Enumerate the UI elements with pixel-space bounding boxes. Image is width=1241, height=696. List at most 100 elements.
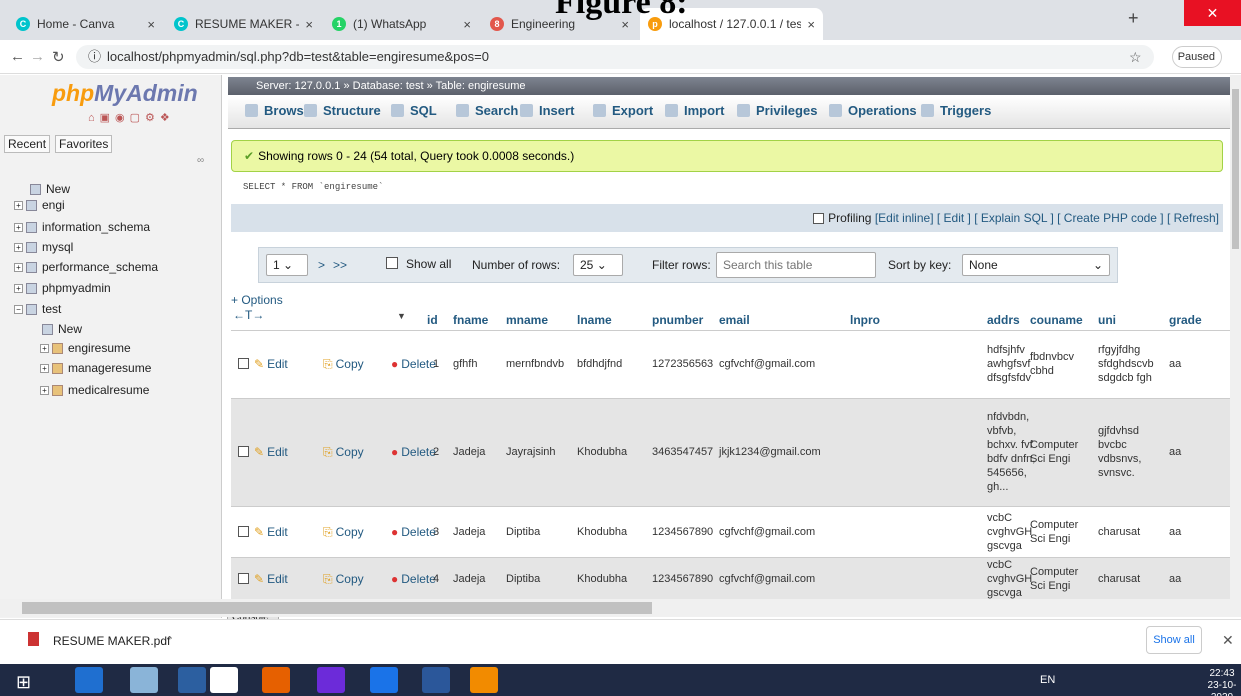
forward-icon[interactable]: → bbox=[30, 48, 45, 65]
tree-item-1[interactable]: + engi bbox=[14, 196, 65, 214]
show-all-downloads-button[interactable]: Show all bbox=[1146, 626, 1202, 654]
tree-item-8[interactable]: + engiresume bbox=[40, 339, 131, 357]
row-checkbox[interactable] bbox=[238, 446, 249, 457]
tab-structure[interactable]: Structure bbox=[304, 103, 381, 118]
expand-icon[interactable]: + bbox=[14, 222, 23, 232]
sql-query[interactable]: SELECT * FROM `engiresume` bbox=[243, 182, 383, 192]
breadcrumb-database[interactable]: Database: test bbox=[353, 80, 424, 92]
expand-icon[interactable]: + bbox=[14, 242, 23, 252]
tree-item-10[interactable]: + medicalresume bbox=[40, 381, 149, 399]
phpmyadmin-logo[interactable]: phpMyAdmin bbox=[52, 80, 198, 107]
delete-row-button[interactable]: ● Delete bbox=[391, 572, 436, 586]
copy-row-button[interactable]: ⎘ Copy bbox=[323, 445, 364, 460]
bookmark-star-icon[interactable]: ☆ bbox=[1129, 49, 1142, 66]
browser-tab-2[interactable]: 1 (1) WhatsApp × bbox=[324, 8, 479, 40]
row-checkbox[interactable] bbox=[238, 358, 249, 369]
tab-export[interactable]: Export bbox=[593, 103, 653, 118]
query-links[interactable]: [Edit inline] [ Edit ] [ Explain SQL ] [… bbox=[875, 211, 1219, 225]
store-icon[interactable] bbox=[178, 667, 206, 693]
browser-tab-0[interactable]: C Home - Canva × bbox=[8, 8, 163, 40]
tree-item-4[interactable]: + performance_schema bbox=[14, 258, 158, 276]
reload-icon[interactable]: ↻ bbox=[52, 48, 65, 66]
row-checkbox[interactable] bbox=[238, 573, 249, 584]
edit-row-button[interactable]: ✎ Edit bbox=[254, 525, 288, 539]
edit-row-button[interactable]: ✎ Edit bbox=[254, 445, 288, 459]
column-header-pnumber[interactable]: pnumber bbox=[652, 313, 703, 327]
options-link[interactable]: + Options bbox=[231, 293, 283, 307]
tab-insert[interactable]: Insert bbox=[520, 103, 574, 118]
delete-row-button[interactable]: ● Delete bbox=[391, 357, 436, 371]
column-header-uni[interactable]: uni bbox=[1098, 313, 1116, 327]
column-header-id[interactable]: id bbox=[427, 313, 438, 327]
chevron-up-icon[interactable]: ⌃ bbox=[165, 634, 174, 647]
edit-row-button[interactable]: ✎ Edit bbox=[254, 572, 288, 586]
scroll-thumb[interactable] bbox=[22, 602, 652, 614]
firefox-icon[interactable] bbox=[262, 667, 290, 693]
file-explorer-icon[interactable] bbox=[130, 667, 158, 693]
copy-row-button[interactable]: ⎘ Copy bbox=[323, 357, 364, 372]
favorites-button[interactable]: Favorites bbox=[55, 135, 113, 153]
row-checkbox[interactable] bbox=[238, 525, 249, 537]
back-icon[interactable]: ← bbox=[10, 48, 25, 65]
nav-icons-row[interactable]: ⌂▣◉▢⚙❖ bbox=[88, 111, 175, 124]
expand-icon[interactable]: + bbox=[14, 283, 23, 293]
close-window-button[interactable]: ✕ bbox=[1184, 0, 1241, 26]
horizontal-scrollbar[interactable] bbox=[0, 599, 1241, 617]
language-indicator[interactable]: EN bbox=[1040, 674, 1055, 686]
close-download-bar-icon[interactable]: ✕ bbox=[1222, 632, 1234, 649]
sort-arrow-icon[interactable]: ▼ bbox=[397, 311, 406, 321]
new-tab-button[interactable]: + bbox=[1128, 8, 1139, 29]
tree-item-6[interactable]: − test bbox=[14, 300, 61, 318]
expand-icon[interactable]: − bbox=[14, 304, 23, 314]
show-all-checkbox[interactable] bbox=[386, 257, 398, 269]
last-page-button[interactable]: >> bbox=[333, 258, 347, 272]
column-header-couname[interactable]: couname bbox=[1030, 313, 1083, 327]
close-tab-icon[interactable]: × bbox=[807, 17, 815, 32]
windows-start-icon[interactable]: ⊞ bbox=[16, 672, 31, 693]
app-icon[interactable] bbox=[317, 667, 345, 693]
column-arrows[interactable]: ←T→ bbox=[233, 308, 264, 322]
browser-tab-1[interactable]: C RESUME MAKER - Presentation × bbox=[166, 8, 321, 40]
word-icon[interactable] bbox=[422, 667, 450, 693]
expand-icon[interactable]: + bbox=[40, 385, 49, 395]
expand-icon[interactable]: + bbox=[14, 262, 23, 272]
close-tab-icon[interactable]: × bbox=[147, 17, 155, 32]
filter-input[interactable] bbox=[716, 252, 876, 278]
copy-row-button[interactable]: ⎘ Copy bbox=[323, 572, 364, 587]
column-header-lname[interactable]: lname bbox=[577, 313, 612, 327]
download-file[interactable]: RESUME MAKER.pdf bbox=[53, 634, 170, 648]
xampp-icon[interactable] bbox=[470, 667, 498, 693]
column-header-mname[interactable]: mname bbox=[506, 313, 548, 327]
tab-browse[interactable]: Browse bbox=[245, 103, 311, 118]
clock[interactable]: 22:4323-10-2020 bbox=[1203, 668, 1241, 696]
recent-button[interactable]: Recent bbox=[4, 135, 51, 153]
expand-icon[interactable]: + bbox=[40, 363, 49, 373]
next-page-button[interactable]: > bbox=[318, 258, 325, 272]
profile-button[interactable]: Paused bbox=[1172, 46, 1222, 68]
tab-search[interactable]: Search bbox=[456, 103, 518, 118]
tab-sql[interactable]: SQL bbox=[391, 103, 437, 118]
tree-item-5[interactable]: + phpmyadmin bbox=[14, 279, 111, 297]
column-header-grade[interactable]: grade bbox=[1169, 313, 1202, 327]
page-select[interactable]: 1 ⌄ bbox=[266, 254, 308, 276]
sort-select[interactable]: None ⌄ bbox=[962, 254, 1110, 276]
profiling-checkbox[interactable] bbox=[813, 213, 825, 225]
breadcrumb-server[interactable]: Server: 127.0.0.1 bbox=[256, 80, 340, 92]
tab-import[interactable]: Import bbox=[665, 103, 724, 118]
tab-privileges[interactable]: Privileges bbox=[737, 103, 817, 118]
delete-row-button[interactable]: ● Delete bbox=[391, 445, 436, 459]
tree-item-3[interactable]: + mysql bbox=[14, 238, 73, 256]
rows-select[interactable]: 25 ⌄ bbox=[573, 254, 623, 276]
delete-row-button[interactable]: ● Delete bbox=[391, 525, 436, 539]
tab-operations[interactable]: Operations bbox=[829, 103, 917, 118]
column-header-addrs[interactable]: addrs bbox=[987, 313, 1020, 327]
tree-item-2[interactable]: + information_schema bbox=[14, 218, 150, 236]
chrome-icon[interactable] bbox=[370, 667, 398, 693]
close-tab-icon[interactable]: × bbox=[463, 17, 471, 32]
edge-icon[interactable] bbox=[75, 667, 103, 693]
vertical-scrollbar[interactable] bbox=[1230, 75, 1241, 599]
expand-icon[interactable]: + bbox=[40, 343, 49, 353]
tree-item-7[interactable]: New bbox=[42, 320, 82, 338]
expand-icon[interactable]: + bbox=[14, 200, 23, 210]
column-header-fname[interactable]: fname bbox=[453, 313, 488, 327]
